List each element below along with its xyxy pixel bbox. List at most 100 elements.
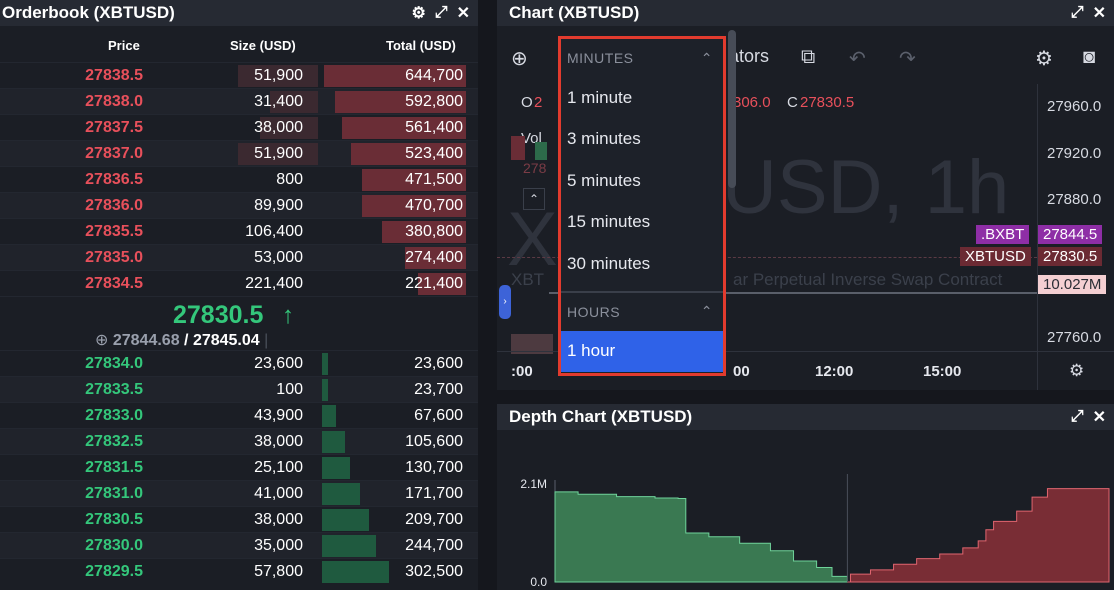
ask-row[interactable]: 27835.0 53,000 274,400 bbox=[0, 244, 478, 270]
mark-price: / 27845.04 bbox=[184, 332, 260, 349]
column-size[interactable]: Size (USD) bbox=[230, 38, 296, 53]
ask-row[interactable]: 27837.0 51,900 523,400 bbox=[0, 140, 478, 166]
bid-row[interactable]: 27829.5 57,800 302,500 bbox=[0, 558, 478, 584]
total-depth-bar bbox=[322, 353, 328, 375]
section-minutes[interactable]: MINUTES ⌃ bbox=[561, 39, 723, 77]
orderbook-total: 23,600 bbox=[414, 355, 463, 372]
bid-row[interactable]: 27830.5 38,000 209,700 bbox=[0, 506, 478, 532]
ask-row[interactable]: 27834.5 221,400 221,400 bbox=[0, 270, 478, 296]
gear-icon[interactable]: ⚙ bbox=[411, 3, 425, 23]
orderbook-price[interactable]: 27836.5 bbox=[85, 171, 143, 189]
orderbook-price[interactable]: 27835.5 bbox=[85, 223, 143, 241]
orderbook-price[interactable]: 27832.5 bbox=[85, 433, 143, 451]
close-icon[interactable]: ✕ bbox=[1093, 407, 1106, 427]
volume-value: 278 bbox=[523, 160, 547, 176]
orderbook-price[interactable]: 27837.5 bbox=[85, 119, 143, 137]
chart-header: Chart (XBTUSD) ⤢ ✕ bbox=[497, 0, 1114, 26]
timeframe-option[interactable]: 1 minute bbox=[561, 77, 723, 119]
ask-row[interactable]: 27838.0 31,400 592,800 bbox=[0, 88, 478, 114]
timeframe-option[interactable]: 3 minutes bbox=[561, 119, 723, 161]
ask-row[interactable]: 27836.0 89,900 470,700 bbox=[0, 192, 478, 218]
orderbook-price[interactable]: 27830.5 bbox=[85, 511, 143, 529]
orderbook-size: 38,000 bbox=[254, 511, 303, 528]
side-panel-toggle[interactable]: › bbox=[499, 285, 511, 319]
expand-icon[interactable]: ⤢ bbox=[1071, 4, 1084, 22]
column-total[interactable]: Total (USD) bbox=[386, 38, 456, 53]
depth-chart-svg[interactable]: 2.1M0.027817.027823.527829.527834.027840… bbox=[497, 430, 1114, 590]
column-price[interactable]: Price bbox=[108, 38, 140, 53]
orderbook-price[interactable]: 27831.0 bbox=[85, 485, 143, 503]
last-price: 27830.5 bbox=[173, 301, 264, 329]
timeframe-option[interactable]: 15 minutes bbox=[561, 202, 723, 244]
expand-icon[interactable]: ⤢ bbox=[435, 4, 448, 22]
price-axis-label: 27920.0 bbox=[1047, 145, 1102, 162]
close-icon[interactable]: ✕ bbox=[457, 3, 470, 23]
chevron-up-icon[interactable]: ⌃ bbox=[701, 303, 713, 320]
ask-row[interactable]: 27838.5 51,900 644,700 bbox=[0, 62, 478, 88]
orderbook-size: 23,600 bbox=[254, 355, 303, 372]
orderbook-size: 51,900 bbox=[254, 145, 303, 162]
open-external-icon[interactable]: ⧉ bbox=[801, 46, 815, 69]
orderbook-price[interactable]: 27833.0 bbox=[85, 407, 143, 425]
chart-watermark: USD, 1h bbox=[722, 145, 1010, 230]
ohlc-close-value: 27830.5 bbox=[800, 94, 855, 111]
orderbook-size: 41,000 bbox=[254, 485, 303, 502]
orderbook-size: 43,900 bbox=[254, 407, 303, 424]
redo-icon[interactable]: ↷ bbox=[899, 46, 916, 71]
bid-row[interactable]: 27831.5 25,100 130,700 bbox=[0, 454, 478, 480]
section-minutes-label: MINUTES bbox=[567, 50, 634, 66]
depth-chart-title: Depth Chart (XBTUSD) bbox=[509, 407, 693, 426]
orderbook-size: 51,900 bbox=[254, 67, 303, 84]
orderbook-price[interactable]: 27838.0 bbox=[85, 93, 143, 111]
arrow-up-icon: ↑ bbox=[282, 302, 294, 329]
chevron-up-icon[interactable]: ⌃ bbox=[701, 50, 713, 67]
expand-icon[interactable]: ⤢ bbox=[1071, 408, 1084, 426]
bid-row[interactable]: 27833.5 100 23,700 bbox=[0, 376, 478, 402]
orderbook-price[interactable]: 27835.0 bbox=[85, 249, 143, 267]
dropdown-scrollbar[interactable] bbox=[728, 30, 736, 188]
axis-settings-icon[interactable]: ⚙ bbox=[1069, 361, 1084, 381]
ohlc-close-label: C bbox=[787, 94, 798, 111]
orderbook-price[interactable]: 27831.5 bbox=[85, 459, 143, 477]
camera-icon[interactable]: ◙ bbox=[1083, 46, 1095, 69]
timeframe-option[interactable]: 30 minutes bbox=[561, 243, 723, 285]
ask-row[interactable]: 27836.5 800 471,500 bbox=[0, 166, 478, 192]
orderbook-price[interactable]: 27836.0 bbox=[85, 197, 143, 215]
collapse-button[interactable]: ⌃ bbox=[523, 188, 545, 210]
bid-row[interactable]: 27831.0 41,000 171,700 bbox=[0, 480, 478, 506]
section-hours[interactable]: HOURS ⌃ bbox=[561, 293, 723, 331]
ask-row[interactable]: 27835.5 106,400 380,800 bbox=[0, 218, 478, 244]
timeframe-option[interactable]: 5 minutes bbox=[561, 160, 723, 202]
settings-gear-icon[interactable]: ⚙ bbox=[1035, 46, 1053, 71]
orderbook-price[interactable]: 27837.0 bbox=[85, 145, 143, 163]
bid-row[interactable]: 27834.0 23,600 23,600 bbox=[0, 350, 478, 376]
orderbook-price[interactable]: 27830.0 bbox=[85, 537, 143, 555]
bid-list: 27834.0 23,600 23,600 27833.5 100 23,700 27833… bbox=[0, 350, 478, 584]
total-depth-bar bbox=[322, 561, 389, 583]
add-icon[interactable]: ⊕ bbox=[511, 46, 528, 71]
orderbook-price[interactable]: 27829.5 bbox=[85, 563, 143, 581]
depth-y-tick: 2.1M bbox=[520, 477, 547, 491]
timeframe-option-selected[interactable]: 1 hour bbox=[561, 330, 723, 372]
price-axis-label: 27960.0 bbox=[1047, 98, 1102, 115]
orderbook-price[interactable]: 27834.5 bbox=[85, 275, 143, 293]
ask-row[interactable]: 27837.5 38,000 561,400 bbox=[0, 114, 478, 140]
ask-depth-area bbox=[847, 488, 1110, 583]
volume-tag: 10.027M bbox=[1038, 275, 1107, 294]
bid-row[interactable]: 27833.0 43,900 67,600 bbox=[0, 402, 478, 428]
orderbook-total: 274,400 bbox=[405, 249, 463, 266]
orderbook-price[interactable]: 27833.5 bbox=[85, 381, 143, 399]
orderbook-size: 35,000 bbox=[254, 537, 303, 554]
orderbook-total: 302,500 bbox=[405, 563, 463, 580]
bid-row[interactable]: 27830.0 35,000 244,700 bbox=[0, 532, 478, 558]
orderbook-price[interactable]: 27834.0 bbox=[85, 355, 143, 373]
chart-title: Chart (XBTUSD) bbox=[509, 3, 640, 22]
bid-depth-area bbox=[554, 491, 848, 583]
bid-row[interactable]: 27832.5 38,000 105,600 bbox=[0, 428, 478, 454]
orderbook-total: 561,400 bbox=[405, 119, 463, 136]
orderbook-size: 31,400 bbox=[254, 93, 303, 110]
orderbook-column-headers: Price Size (USD) Total (USD) bbox=[0, 26, 478, 62]
orderbook-price[interactable]: 27838.5 bbox=[85, 67, 143, 85]
close-icon[interactable]: ✕ bbox=[1093, 3, 1106, 23]
undo-icon[interactable]: ↶ bbox=[849, 46, 866, 71]
